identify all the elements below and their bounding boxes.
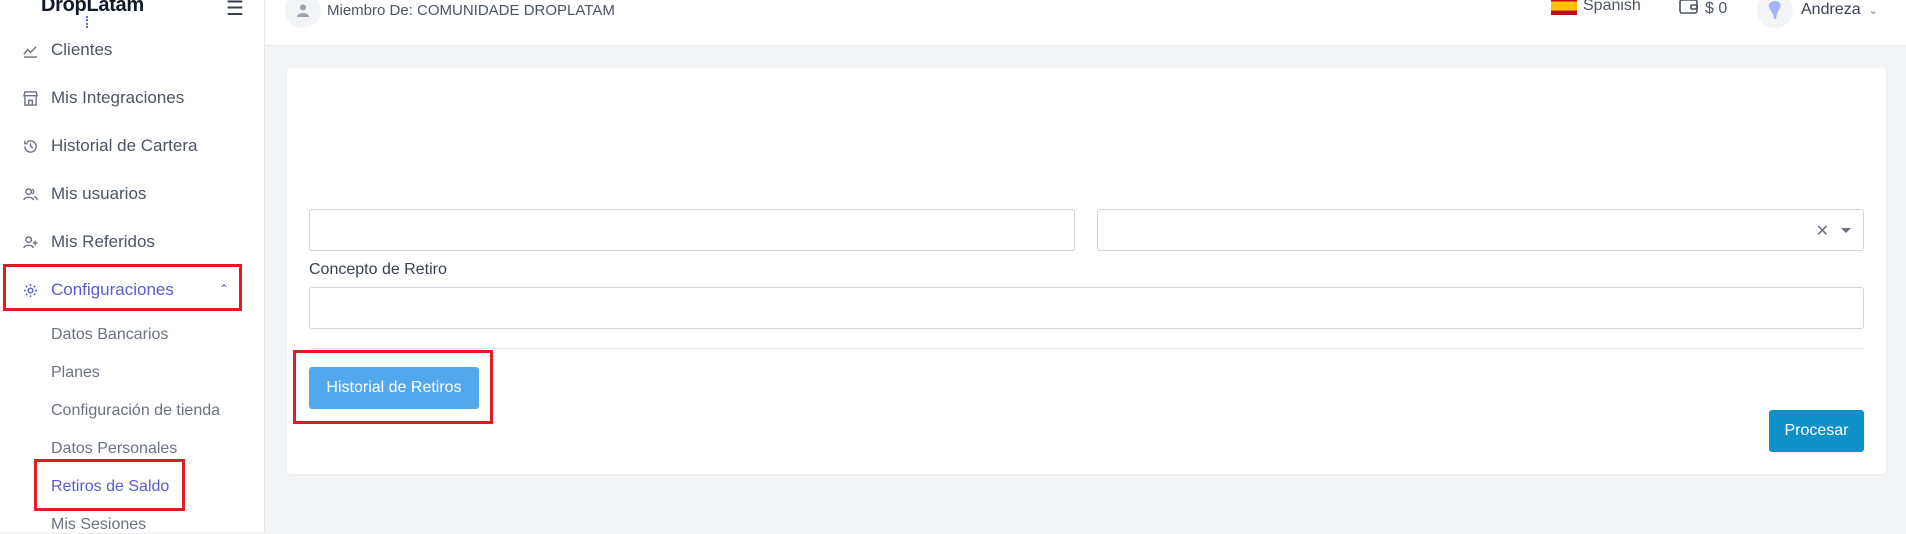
- user-name: Andreza: [1801, 1, 1861, 18]
- sidebar-item-label: Historial de Cartera: [51, 136, 198, 155]
- sidebar: DropLatam ☰ Clientes Mis Integraciones H…: [0, 0, 265, 534]
- menu-toggle-icon[interactable]: ☰: [226, 0, 244, 21]
- sidebar-subitem-datos-personales[interactable]: Datos Personales: [51, 440, 177, 458]
- withdrawal-amount-input[interactable]: [309, 209, 1075, 251]
- balance-value: $ 0: [1705, 0, 1728, 17]
- store-icon: [22, 90, 38, 106]
- wallet-balance[interactable]: $ 0: [1679, 0, 1727, 20]
- sidebar-item-clientes[interactable]: Clientes: [0, 32, 265, 68]
- user-avatar: [1757, 0, 1793, 28]
- sidebar-subitem-retiros-saldo[interactable]: Retiros de Saldo: [51, 478, 169, 496]
- sidebar-item-label: Configuraciones: [51, 280, 174, 299]
- process-button[interactable]: Procesar: [1769, 410, 1864, 452]
- sidebar-item-configuraciones[interactable]: Configuraciones ⌃: [0, 272, 265, 308]
- language-label: Spanish: [1583, 0, 1641, 14]
- sidebar-item-label: Clientes: [51, 40, 113, 59]
- divider: [309, 348, 1864, 349]
- sidebar-item-label: Mis Integraciones: [51, 88, 185, 107]
- sidebar-subitem-configuracion-tienda[interactable]: Configuración de tienda: [51, 402, 220, 420]
- brand-logo[interactable]: DropLatam: [41, 0, 144, 17]
- chart-line-icon: [22, 42, 38, 58]
- sidebar-subitem-mis-sesiones[interactable]: Mis Sesiones: [51, 516, 146, 534]
- chevron-up-icon: ⌃: [218, 282, 229, 296]
- gear-icon: [22, 282, 38, 298]
- concept-input[interactable]: [309, 287, 1864, 329]
- wallet-icon: [1679, 0, 1699, 20]
- user-plus-icon: [22, 234, 38, 250]
- topbar: Miembro De: COMUNIDADE DROPLATAM Spanish…: [265, 0, 1906, 46]
- sidebar-item-historial-cartera[interactable]: Historial de Cartera: [0, 128, 265, 164]
- language-selector[interactable]: Spanish: [1551, 0, 1641, 15]
- history-icon: [22, 138, 38, 154]
- account-select[interactable]: ✕: [1097, 209, 1864, 251]
- member-label: Miembro De: COMUNIDADE DROPLATAM: [327, 1, 615, 19]
- caret-down-icon[interactable]: [1841, 228, 1851, 233]
- sidebar-item-label: Mis Referidos: [51, 232, 155, 251]
- member-info: Miembro De: COMUNIDADE DROPLATAM: [285, 0, 615, 28]
- users-icon: [22, 186, 38, 202]
- chevron-down-icon: ⌄: [1868, 4, 1878, 17]
- spain-flag-icon: [1551, 0, 1577, 15]
- sidebar-subitem-planes[interactable]: Planes: [51, 364, 100, 382]
- user-menu[interactable]: Andreza ⌄: [1757, 0, 1878, 28]
- history-button[interactable]: Historial de Retiros: [309, 367, 479, 409]
- clear-icon[interactable]: ✕: [1816, 221, 1829, 241]
- concept-label: Concepto de Retiro: [309, 261, 447, 278]
- sidebar-subitem-datos-bancarios[interactable]: Datos Bancarios: [51, 326, 168, 344]
- sidebar-item-integraciones[interactable]: Mis Integraciones: [0, 80, 265, 116]
- logo-accent: [86, 16, 90, 28]
- sidebar-item-mis-usuarios[interactable]: Mis usuarios: [0, 176, 265, 212]
- sidebar-item-mis-referidos[interactable]: Mis Referidos: [0, 224, 265, 260]
- withdrawal-card: ✕ Concepto de Retiro Historial de Retiro…: [287, 68, 1886, 474]
- sidebar-item-label: Mis usuarios: [51, 184, 147, 203]
- community-avatar: [285, 0, 321, 28]
